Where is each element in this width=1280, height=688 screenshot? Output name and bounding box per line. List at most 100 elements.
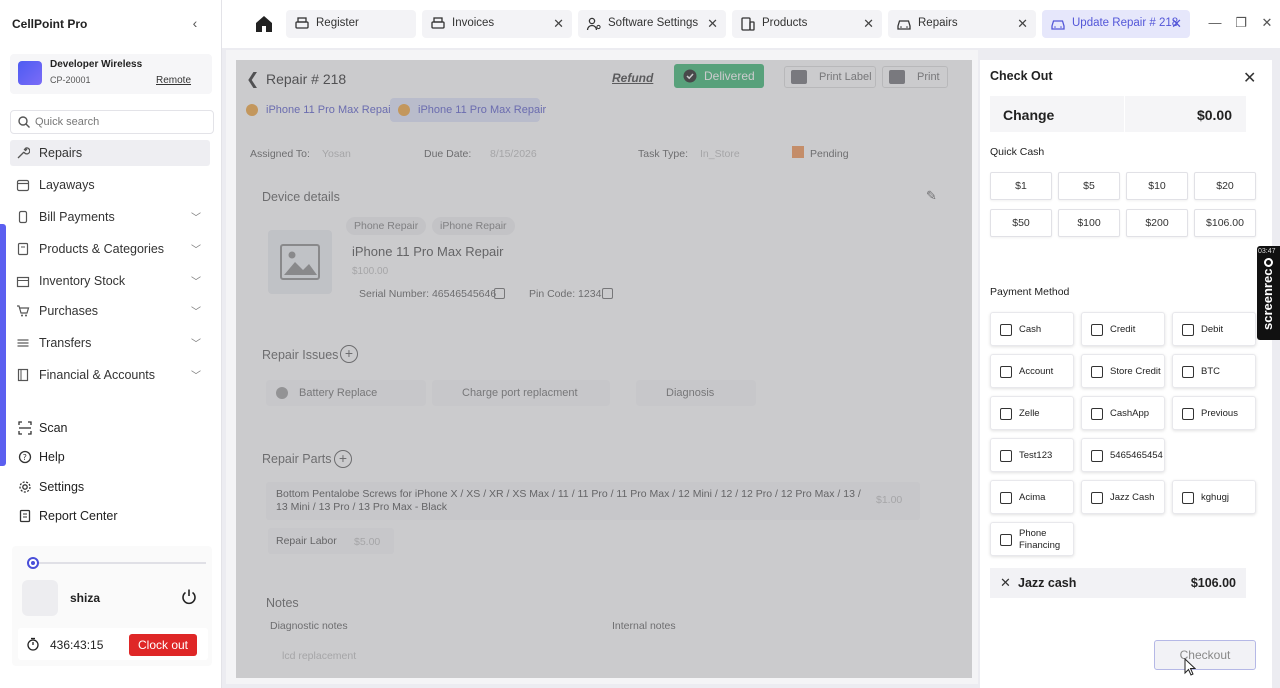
tab-software-settings[interactable]: Software Settings ✕: [578, 10, 726, 38]
wrench-icon: [17, 147, 30, 159]
help-icon: ?: [18, 450, 32, 464]
close-icon[interactable]: ✕: [1243, 68, 1256, 88]
payment-label: CashApp: [1110, 408, 1150, 419]
payment-phone-financing-button[interactable]: Phone Financing: [990, 522, 1074, 556]
payment-debit-button[interactable]: Debit: [1172, 312, 1256, 346]
tab-label: Software Settings: [608, 17, 699, 29]
payment-credit-button[interactable]: Credit: [1081, 312, 1165, 346]
checkout-button[interactable]: Checkout: [1154, 640, 1256, 670]
nav-transfers[interactable]: Transfers ﹀: [10, 330, 210, 356]
close-icon[interactable]: ✕: [553, 16, 564, 32]
payment-label: Account: [1019, 366, 1054, 377]
report-icon: [19, 509, 31, 523]
receipt-icon: [1091, 408, 1103, 420]
window-close-icon[interactable]: ✕: [1258, 14, 1276, 32]
chevron-down-icon: ﹀: [191, 371, 201, 382]
nav-purchases[interactable]: Purchases ﹀: [10, 298, 210, 324]
receipt-icon: [1000, 492, 1012, 504]
payment-acima-button[interactable]: Acima: [990, 480, 1074, 514]
close-icon[interactable]: ✕: [1171, 16, 1182, 32]
quick-search[interactable]: [10, 110, 214, 134]
nav-scan[interactable]: Scan: [12, 416, 212, 440]
payment-btc-button[interactable]: BTC: [1172, 354, 1256, 388]
payment-account-button[interactable]: Account: [990, 354, 1074, 388]
nav-inventory-stock[interactable]: Inventory Stock ﹀: [10, 268, 210, 294]
chevron-down-icon: ﹀: [191, 213, 201, 224]
quick-cash-button[interactable]: $100: [1058, 209, 1120, 237]
payment-zelle-button[interactable]: Zelle: [990, 396, 1074, 430]
tab-products[interactable]: Products ✕: [732, 10, 882, 38]
payment-method-label: Payment Method: [990, 286, 1070, 298]
payment-label: Phone Financing: [1019, 528, 1061, 551]
sidebar: CellPoint Pro ‹ Developer Wireless CP-20…: [0, 0, 222, 688]
restore-icon[interactable]: ❐: [1232, 14, 1250, 32]
payment-label: Debit: [1201, 324, 1224, 335]
quick-cash-button[interactable]: $10: [1126, 172, 1188, 200]
tab-register[interactable]: Register: [286, 10, 416, 38]
quick-cash-button[interactable]: $20: [1194, 172, 1256, 200]
clock-out-button[interactable]: Clock out: [129, 634, 197, 656]
car-icon: [1051, 20, 1065, 30]
device-icon: [741, 17, 755, 31]
nav-help[interactable]: ? Help: [12, 445, 212, 469]
quick-cash-button[interactable]: $200: [1126, 209, 1188, 237]
selected-payment-method: Jazz cash: [1018, 576, 1077, 590]
tab-update-repair[interactable]: Update Repair # 218 ✕: [1042, 10, 1190, 38]
user-card: shiza 436:43:15 Clock out: [12, 546, 212, 666]
modal-backdrop[interactable]: [236, 60, 972, 678]
quick-cash-button[interactable]: $1: [990, 172, 1052, 200]
nav-repairs[interactable]: Repairs: [10, 140, 210, 166]
receipt-icon: [1182, 366, 1194, 378]
close-icon[interactable]: ✕: [1017, 16, 1028, 32]
receipt-icon: [1091, 492, 1103, 504]
nav-report-center[interactable]: Report Center: [12, 504, 212, 528]
receipt-icon: [1000, 534, 1012, 546]
nav-label: Scan: [39, 421, 68, 435]
payment-label: Store Credit: [1110, 366, 1161, 377]
status-slider-track[interactable]: [30, 562, 206, 564]
nav-bill-payments[interactable]: Bill Payments ﹀: [10, 204, 210, 230]
change-value: $0.00: [1196, 107, 1232, 123]
tab-label: Register: [316, 17, 359, 29]
nav-label: Transfers: [39, 336, 92, 350]
minimize-icon[interactable]: —: [1206, 14, 1224, 32]
nav-settings[interactable]: Settings: [12, 475, 212, 499]
quick-cash-button[interactable]: $50: [990, 209, 1052, 237]
payment-jazz-cash-button[interactable]: Jazz Cash: [1081, 480, 1165, 514]
nav-layaways[interactable]: Layaways: [10, 172, 210, 198]
payment-5465465454-button[interactable]: 5465465454: [1081, 438, 1165, 472]
store-avatar: [18, 61, 42, 85]
payment-kghugj-button[interactable]: kghugj: [1172, 480, 1256, 514]
tab-invoices[interactable]: Invoices ✕: [422, 10, 572, 38]
payment-test123-button[interactable]: Test123: [990, 438, 1074, 472]
close-icon[interactable]: ✕: [707, 16, 718, 32]
nav-products-categories[interactable]: Products & Categories ﹀: [10, 236, 210, 262]
quick-cash-button[interactable]: $5: [1058, 172, 1120, 200]
screen-recorder-badge[interactable]: 03:47 screenrec: [1257, 246, 1280, 340]
quick-cash-button[interactable]: $106.00: [1194, 209, 1256, 237]
payment-previous-button[interactable]: Previous: [1172, 396, 1256, 430]
close-icon[interactable]: ✕: [863, 16, 874, 32]
timer-icon: [27, 637, 39, 651]
payment-cash-button[interactable]: Cash: [990, 312, 1074, 346]
remove-payment-icon[interactable]: ✕: [1000, 575, 1011, 591]
store-card[interactable]: Developer Wireless CP-20001 Remote: [10, 54, 212, 94]
nav-label: Settings: [39, 480, 85, 494]
power-icon[interactable]: [180, 588, 198, 606]
nav-financial-accounts[interactable]: Financial & Accounts ﹀: [10, 362, 210, 388]
payment-cashapp-button[interactable]: CashApp: [1081, 396, 1165, 430]
scroll-indicator[interactable]: [0, 224, 6, 466]
receipt-icon: [1091, 366, 1103, 378]
nav-label: Help: [39, 450, 65, 464]
payment-store-credit-button[interactable]: Store Credit: [1081, 354, 1165, 388]
remote-link[interactable]: Remote: [156, 75, 191, 86]
checkout-panel: Check Out ✕ Change $0.00 Quick Cash $1 $…: [980, 60, 1272, 688]
tab-repairs[interactable]: Repairs ✕: [888, 10, 1036, 38]
status-slider-handle[interactable]: [27, 557, 39, 569]
collapse-sidebar-button[interactable]: ‹: [187, 15, 203, 31]
payment-label: BTC: [1201, 366, 1220, 377]
tab-label: Invoices: [452, 17, 495, 29]
tab-label: Update Repair # 218: [1072, 17, 1179, 29]
search-input[interactable]: [35, 114, 207, 130]
home-icon[interactable]: [252, 12, 276, 36]
